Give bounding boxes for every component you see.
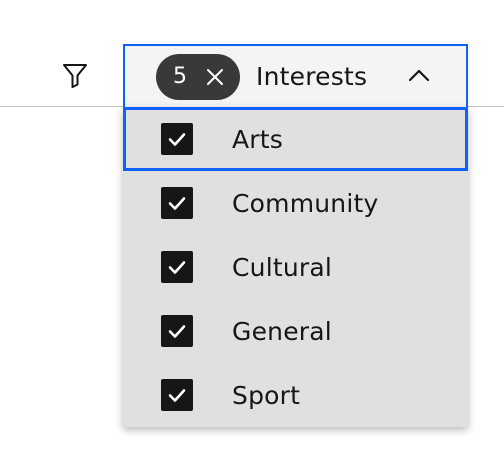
chevron-up-icon[interactable] [408,68,430,82]
menu-item-label: Community [232,188,379,218]
menu-item-label: Sport [232,380,301,410]
filter-icon[interactable] [60,60,90,90]
page: 5 Interests Arts Community Cultural Gene… [0,0,504,464]
menu-item-label: Arts [232,124,284,154]
menu-item-sport[interactable]: Sport [123,363,468,427]
selected-count-tag: 5 [156,53,240,100]
menu-item-label: General [232,316,332,346]
checkmark-icon [168,389,186,402]
menu-item-general[interactable]: General [123,299,468,363]
interests-menu: Arts Community Cultural General Sport [123,107,468,427]
menu-item-community[interactable]: Community [123,171,468,235]
selected-count: 5 [173,63,187,89]
checkbox-general[interactable] [161,315,193,347]
checkmark-icon [168,325,186,338]
checkbox-sport[interactable] [161,379,193,411]
checkbox-community[interactable] [161,187,193,219]
close-icon[interactable] [205,67,225,87]
checkmark-icon [168,261,186,274]
checkbox-cultural[interactable] [161,251,193,283]
menu-item-label: Cultural [232,252,333,282]
checkmark-icon [168,197,186,210]
multiselect-label: Interests [256,62,368,91]
interests-multiselect[interactable]: 5 Interests [123,44,468,107]
menu-item-cultural[interactable]: Cultural [123,235,468,299]
menu-item-arts[interactable]: Arts [123,107,468,171]
checkmark-icon [168,133,186,146]
checkbox-arts[interactable] [161,123,193,155]
